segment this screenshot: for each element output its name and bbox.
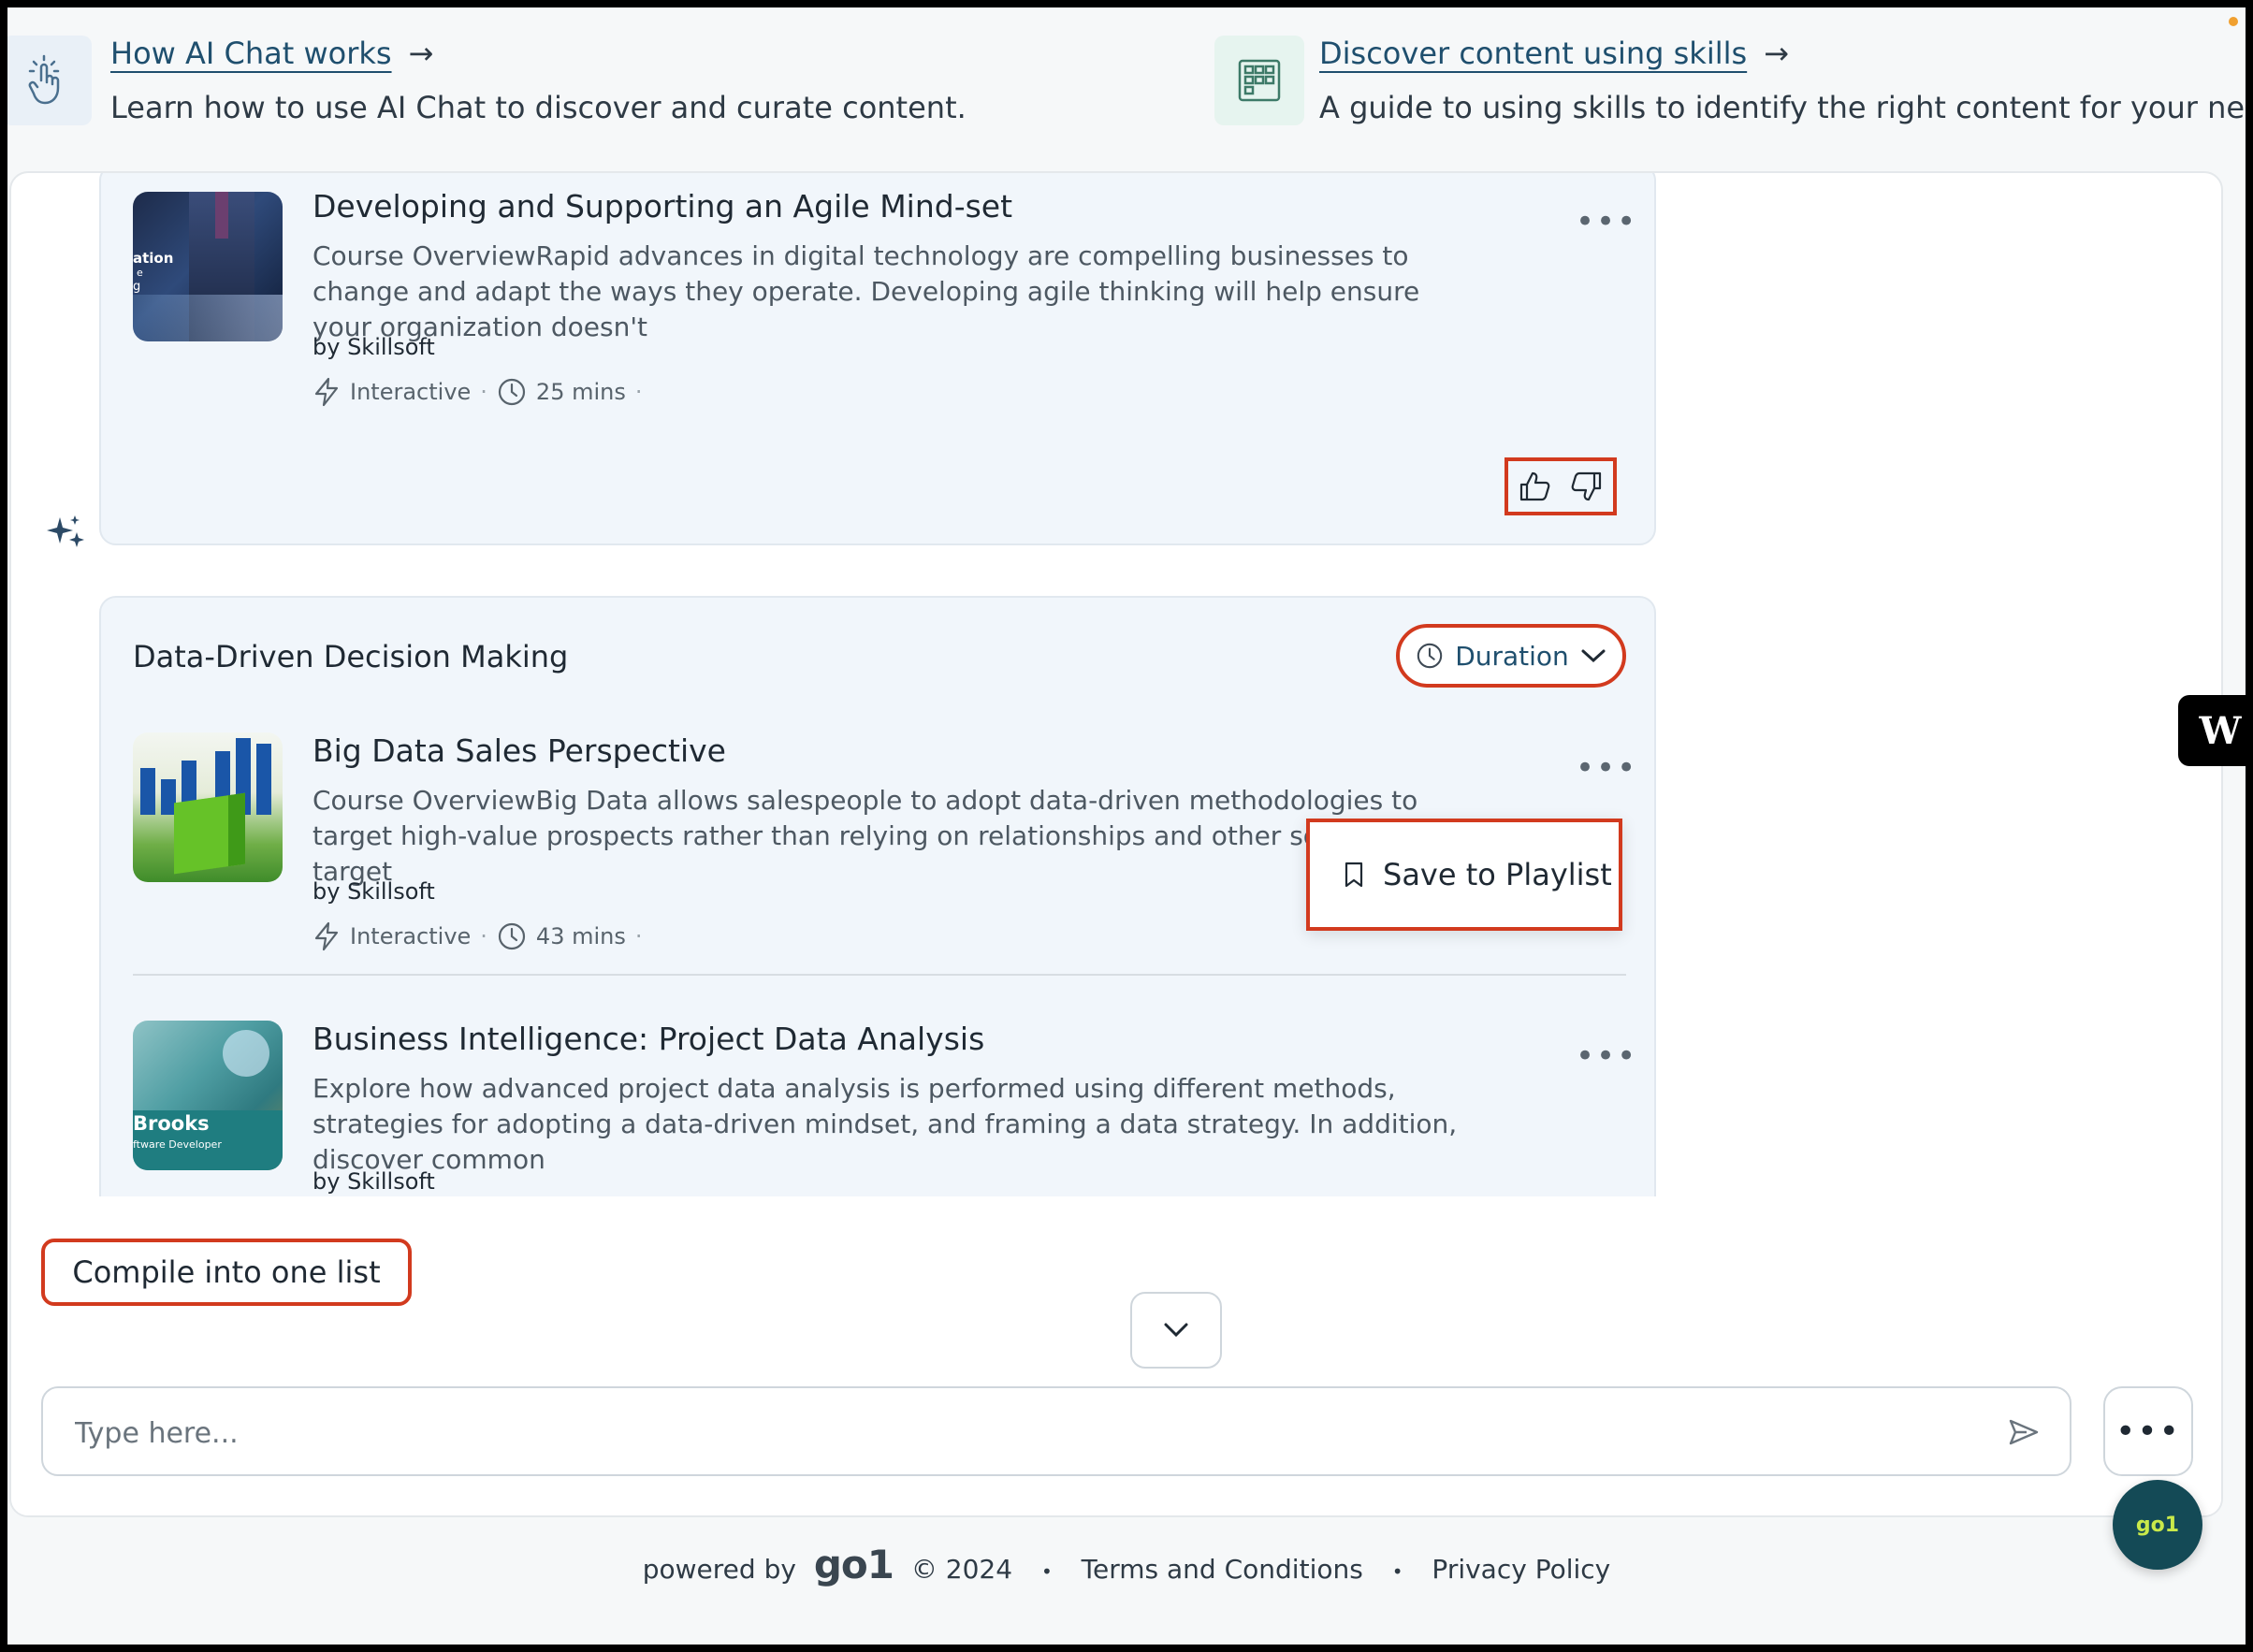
send-icon[interactable] <box>2008 1418 2040 1446</box>
notification-dot <box>2229 17 2238 26</box>
sparkle-icon <box>47 515 84 547</box>
duration-filter-dropdown[interactable]: Duration <box>1396 624 1626 688</box>
powered-by-text: powered by <box>642 1554 796 1585</box>
lightning-icon <box>314 921 339 951</box>
go1-help-button[interactable]: go1 <box>2113 1480 2202 1570</box>
lightning-icon <box>314 377 339 407</box>
guide-icon-skills <box>1214 36 1304 125</box>
chevron-down-icon <box>1164 1323 1188 1338</box>
thumb-role: ftware Developer <box>133 1138 222 1151</box>
grid-calendar-icon <box>1238 59 1281 102</box>
duration-filter-label: Duration <box>1455 640 1569 672</box>
thumb-text: g <box>133 280 141 294</box>
thumbs-up-icon[interactable] <box>1518 470 1551 503</box>
guide-desc-ai-chat: Learn how to use AI Chat to discover and… <box>110 90 967 125</box>
course-description: Explore how advanced project data analys… <box>313 1073 1458 1175</box>
tap-hand-icon <box>28 54 60 105</box>
footer: powered by go1 © 2024 • Terms and Condit… <box>7 1542 2246 1587</box>
course-description: Course OverviewRapid advances in digital… <box>313 240 1420 342</box>
go1-logo: go1 <box>813 1542 894 1587</box>
thumb-name: Brooks <box>133 1112 210 1135</box>
arrow-right-icon: → <box>1764 36 1789 71</box>
guide-link-skills[interactable]: Discover content using skills <box>1319 36 1747 71</box>
clock-icon <box>498 922 526 950</box>
course-author: by Skillsoft <box>313 878 435 905</box>
clock-icon <box>498 378 526 406</box>
side-widget-badge[interactable]: W <box>2178 695 2246 766</box>
course-duration: 25 mins <box>535 379 626 405</box>
privacy-link[interactable]: Privacy Policy <box>1432 1554 1610 1585</box>
footer-separator: • <box>1040 1560 1053 1583</box>
more-actions-button[interactable]: ••• <box>2103 1386 2193 1476</box>
course-author: by Skillsoft <box>313 334 435 360</box>
save-to-playlist-label: Save to Playlist <box>1383 857 1612 892</box>
divider <box>133 974 1626 976</box>
course-duration: 43 mins <box>535 923 626 949</box>
course-thumbnail[interactable]: ation e g <box>133 192 283 341</box>
course-thumbnail[interactable]: Brooks ftware Developer <box>133 1021 283 1170</box>
thumb-text: e <box>137 267 143 279</box>
course-thumbnail[interactable] <box>133 732 283 882</box>
copyright: © 2024 <box>910 1554 1013 1585</box>
thumb-text: ation <box>133 250 174 267</box>
course-meta: Interactive · 25 mins · <box>313 377 643 407</box>
guide-desc-skills: A guide to using skills to identify the … <box>1319 90 2246 125</box>
chat-panel: ation e g Developing and Supporting an A… <box>9 171 2223 1517</box>
course-meta: Interactive · 43 mins · <box>313 921 643 951</box>
go1-badge-label: go1 <box>2135 1513 2180 1537</box>
compile-list-button[interactable]: Compile into one list <box>41 1239 412 1306</box>
terms-link[interactable]: Terms and Conditions <box>1082 1554 1363 1585</box>
save-to-playlist-menu[interactable]: Save to Playlist <box>1306 819 1622 931</box>
course-title[interactable]: Big Data Sales Perspective <box>313 732 726 769</box>
course-title[interactable]: Business Intelligence: Project Data Anal… <box>313 1021 984 1057</box>
course-title[interactable]: Developing and Supporting an Agile Mind-… <box>313 188 1012 225</box>
feedback-buttons <box>1504 457 1617 515</box>
scroll-down-button[interactable] <box>1130 1292 1222 1369</box>
course-card-agile: ation e g Developing and Supporting an A… <box>99 173 1656 545</box>
course-type: Interactive <box>350 379 472 405</box>
section-title: Data-Driven Decision Making <box>133 639 569 674</box>
guide-ai-chat[interactable]: How AI Chat works → <box>110 36 433 71</box>
guide-skills[interactable]: Discover content using skills → <box>1319 36 1789 71</box>
guide-link-ai-chat[interactable]: How AI Chat works <box>110 36 392 71</box>
chat-input-box <box>41 1386 2071 1476</box>
side-widget-label: W <box>2199 708 2242 753</box>
chevron-down-icon <box>1581 649 1606 663</box>
guide-icon-ai-chat <box>7 36 92 125</box>
chat-input[interactable] <box>73 1405 1948 1461</box>
more-options-button[interactable]: ••• <box>1576 203 1637 240</box>
arrow-right-icon: → <box>408 36 434 71</box>
app-frame: How AI Chat works → Learn how to use AI C… <box>7 7 2246 1645</box>
bookmark-icon <box>1345 862 1363 888</box>
more-options-button[interactable]: ••• <box>1576 1037 1637 1075</box>
footer-separator: • <box>1391 1560 1403 1583</box>
more-options-button[interactable]: ••• <box>1576 749 1637 787</box>
thumbs-down-icon[interactable] <box>1570 470 1604 503</box>
course-author: by Skillsoft <box>313 1168 435 1195</box>
clock-icon <box>1417 643 1443 669</box>
course-type: Interactive <box>350 923 472 949</box>
